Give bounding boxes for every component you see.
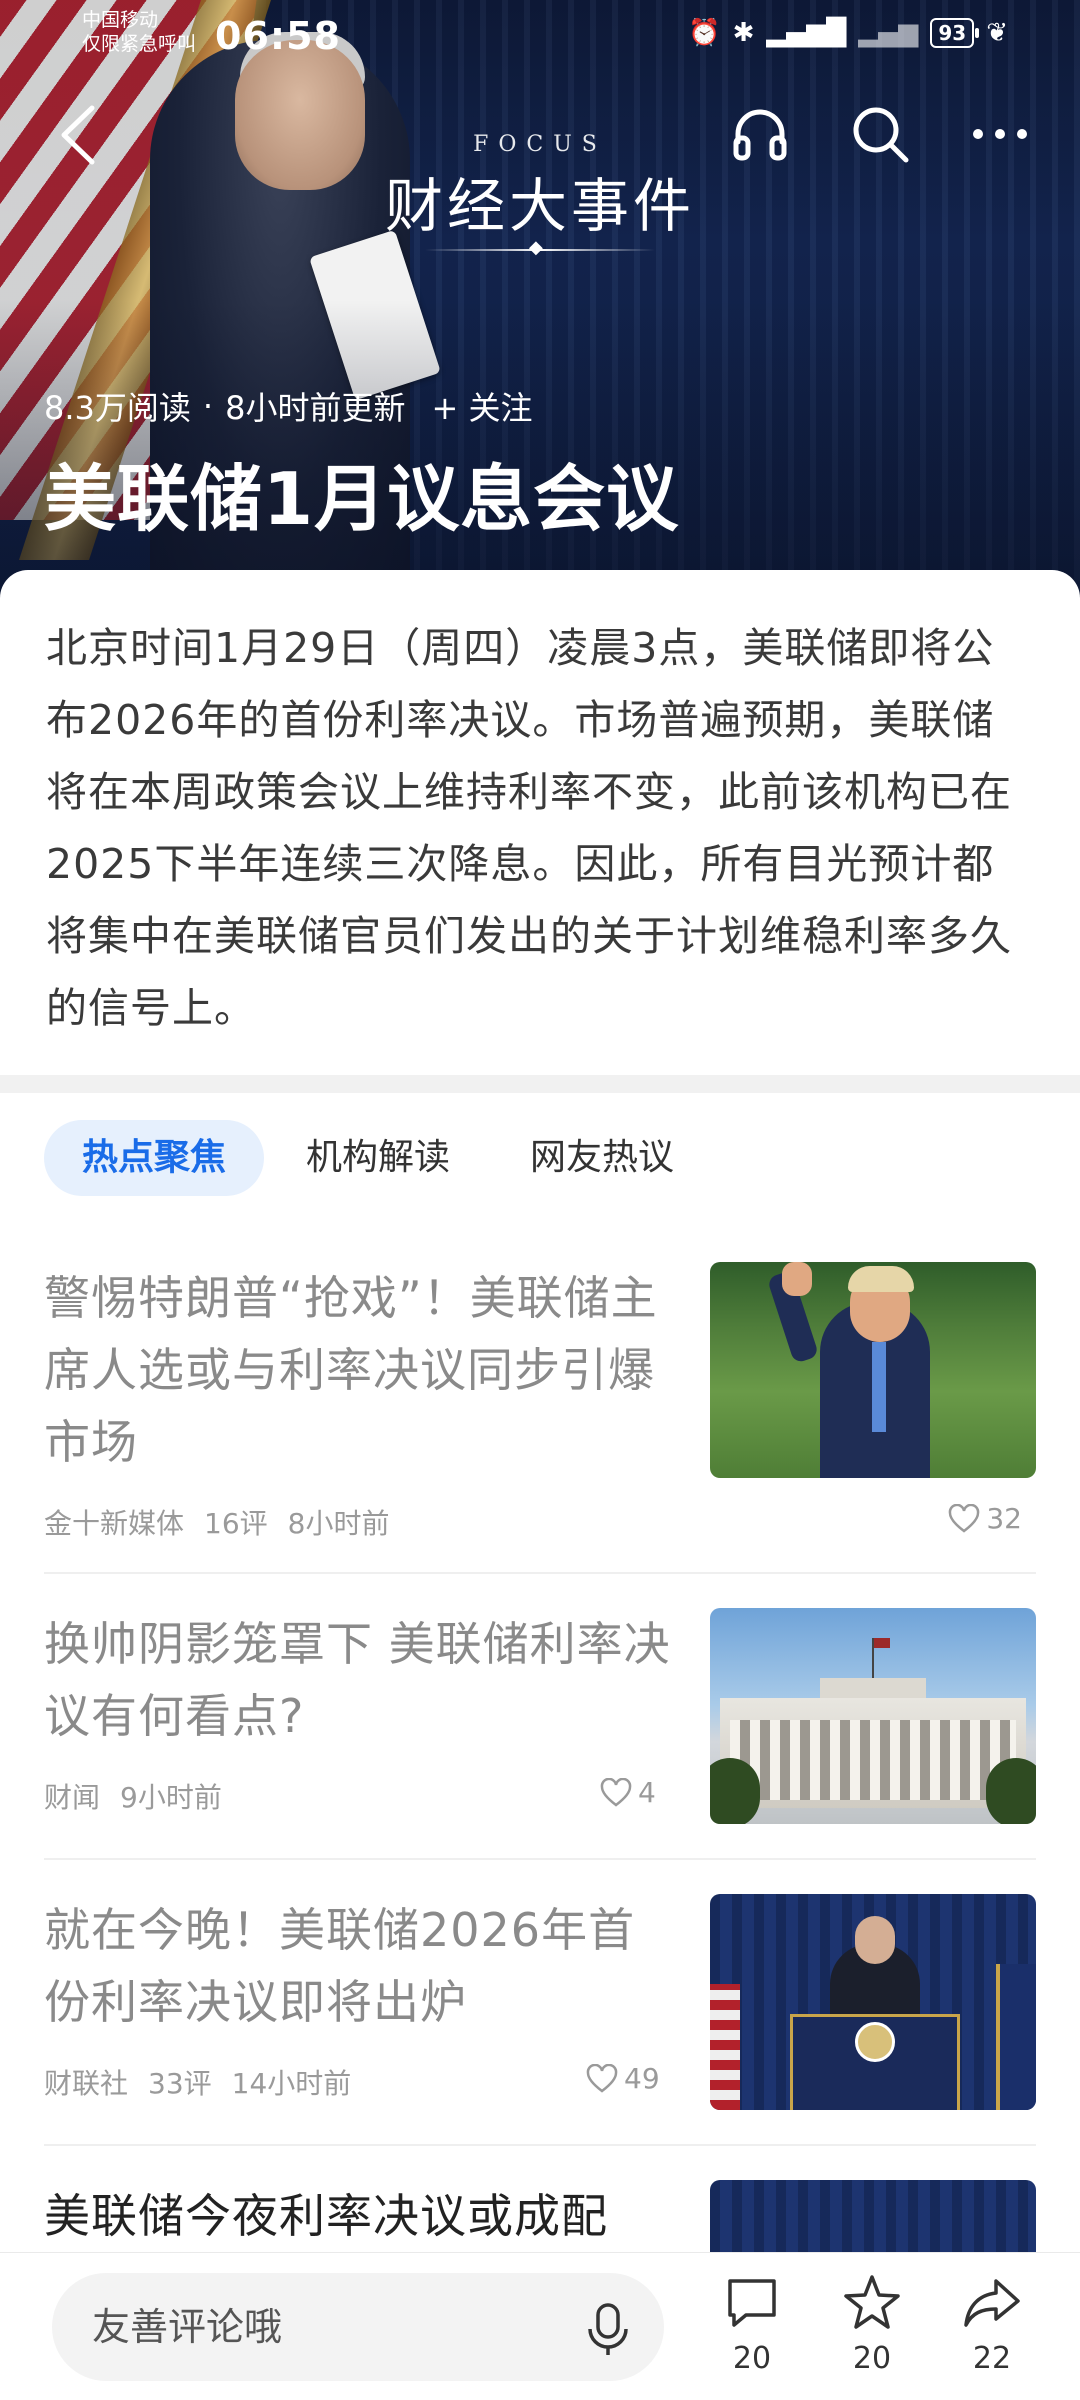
share-arrow-icon [964, 2279, 1020, 2327]
thumbnail-tree-left [710, 1758, 760, 1824]
news-thumbnail[interactable] [710, 2180, 1036, 2252]
comment-count: 20 [732, 2341, 772, 2376]
thumbnail-figure-hand [782, 1262, 812, 1296]
focus-logo: FOCUS 财经大事件 [0, 132, 1080, 258]
news-likes[interactable]: 49 [586, 2062, 660, 2095]
section-divider [0, 1075, 1080, 1093]
news-likes[interactable]: 32 [948, 1502, 1022, 1535]
thumbnail-columns [730, 1720, 1016, 1800]
news-comment-count: 33评 [148, 2067, 212, 2100]
thumbnail-speaker-face [855, 1916, 895, 1964]
topic-summary-card: 北京时间1月29日（周四）凌晨3点，美联储即将公布2026年的首份利率决议。市场… [0, 570, 1080, 1075]
news-title[interactable]: 换帅阴影笼罩下 美联储利率决议有何看点? [44, 1608, 674, 1752]
thumbnail-figure-hair [848, 1266, 914, 1292]
list-divider [44, 2144, 1036, 2146]
emergency-only-text: 仅限紧急呼叫 [82, 33, 197, 55]
status-icons: ⏰ ✱ ▂▄▆█ ▂▄▆ 93 ❦ [688, 18, 1008, 48]
thumbnail-flag [874, 1638, 890, 1648]
heart-icon [586, 2063, 618, 2093]
status-bar: 中国移动 仅限紧急呼叫 06:58 ⏰ ✱ ▂▄▆█ ▂▄▆ 93 ❦ [0, 0, 1080, 70]
news-thumbnail[interactable] [710, 1262, 1036, 1478]
news-like-count: 32 [986, 1502, 1022, 1535]
thumbnail-blue-flag [996, 1964, 1036, 2110]
follow-button[interactable]: + 关注 [431, 383, 532, 429]
list-divider [44, 1858, 1036, 1860]
news-time: 14小时前 [231, 2067, 352, 2100]
news-comment-count: 16评 [204, 1507, 268, 1540]
content-tabs: 热点聚焦 机构解读 网友热议 [44, 1120, 716, 1196]
news-meta: 金十新媒体 16评 8小时前 [44, 1502, 389, 1542]
focus-logo-en: FOCUS [473, 132, 607, 157]
topic-title: 美联储1月议息会议 [44, 457, 680, 541]
news-meta: 财联社 33评 14小时前 [44, 2062, 351, 2102]
news-likes[interactable]: 4 [600, 1776, 656, 1809]
news-title[interactable]: 美联储今夜利率决议或成配 [44, 2180, 674, 2252]
thumbnail-seal [855, 2022, 895, 2062]
clock: 06:58 [215, 14, 341, 58]
thumbnail-us-flag [710, 1984, 740, 2110]
news-like-count: 49 [624, 2062, 660, 2095]
news-title[interactable]: 就在今晚！美联储2026年首份利率决议即将出炉 [44, 1894, 674, 2038]
focus-logo-cn: 财经大事件 [384, 172, 695, 240]
news-source: 金十新媒体 [44, 1507, 185, 1540]
news-source: 财闻 [44, 1781, 101, 1814]
battery-icon: 93 [930, 18, 980, 48]
leaf-icon: ❦ [986, 18, 1008, 48]
thumbnail-figure-tie [872, 1342, 886, 1432]
bottom-action-bar: 友善评论哦 20 20 22 [0, 2252, 1080, 2400]
comment-button[interactable]: 20 [712, 2271, 792, 2376]
news-item[interactable]: 警惕特朗普“抢戏”！美联储主席人选或与利率决议同步引爆市场 金十新媒体 16评 … [44, 1262, 1036, 1562]
comment-bubble-icon [728, 2279, 776, 2327]
microphone-icon[interactable] [582, 2301, 634, 2357]
news-like-count: 4 [638, 1776, 656, 1809]
alarm-icon: ⏰ [688, 18, 721, 48]
thumbnail-tree-right [986, 1758, 1036, 1824]
signal-empty-icon: ▂▄▆ [858, 18, 919, 48]
favorite-count: 20 [852, 2341, 892, 2376]
comment-placeholder: 友善评论哦 [92, 2305, 283, 2349]
bluetooth-icon: ✱ [732, 18, 755, 48]
list-divider [44, 1572, 1036, 1574]
share-button[interactable]: 22 [952, 2271, 1032, 2376]
favorite-button[interactable]: 20 [832, 2271, 912, 2376]
hero-banner: 中国移动 仅限紧急呼叫 06:58 ⏰ ✱ ▂▄▆█ ▂▄▆ 93 ❦ FOCU… [0, 0, 1080, 600]
news-item[interactable]: 换帅阴影笼罩下 美联储利率决议有何看点? 财闻 9小时前 4 [44, 1608, 1036, 1848]
read-count: 8.3万阅读 [44, 389, 191, 427]
carrier-text: 中国移动 仅限紧急呼叫 [82, 8, 196, 56]
news-time: 8小时前 [287, 1507, 390, 1540]
news-item[interactable]: 美联储今夜利率决议或成配 [44, 2180, 1036, 2252]
news-title[interactable]: 警惕特朗普“抢戏”！美联储主席人选或与利率决议同步引爆市场 [44, 1262, 674, 1478]
meta-separator: · [202, 387, 214, 425]
star-icon [844, 2275, 900, 2329]
heart-icon [949, 1503, 980, 1533]
topic-summary: 北京时间1月29日（周四）凌晨3点，美联储即将公布2026年的首份利率决议。市场… [46, 624, 1012, 1032]
news-thumbnail[interactable] [710, 1608, 1036, 1824]
tab-institution-analysis[interactable]: 机构解读 [268, 1120, 488, 1196]
news-thumbnail[interactable] [710, 1894, 1036, 2110]
update-time: 8小时前更新 [225, 389, 406, 427]
topic-meta: 8.3万阅读 · 8小时前更新 + 关注 [44, 383, 532, 429]
news-meta: 财闻 9小时前 [44, 1776, 222, 1816]
focus-logo-ornament [425, 237, 655, 258]
comment-input[interactable]: 友善评论哦 [52, 2273, 664, 2381]
news-time: 9小时前 [120, 1781, 222, 1814]
carrier-name: 中国移动 [82, 9, 159, 31]
news-source: 财联社 [44, 2067, 129, 2100]
tab-hot-focus[interactable]: 热点聚焦 [44, 1120, 265, 1196]
news-item[interactable]: 就在今晚！美联储2026年首份利率决议即将出炉 财联社 33评 14小时前 49 [44, 1894, 1036, 2134]
share-count: 22 [972, 2341, 1012, 2376]
tab-netizen-discussion[interactable]: 网友热议 [492, 1120, 712, 1196]
heart-icon [600, 1777, 632, 1807]
signal-icon: ▂▄▆█ [766, 18, 847, 48]
